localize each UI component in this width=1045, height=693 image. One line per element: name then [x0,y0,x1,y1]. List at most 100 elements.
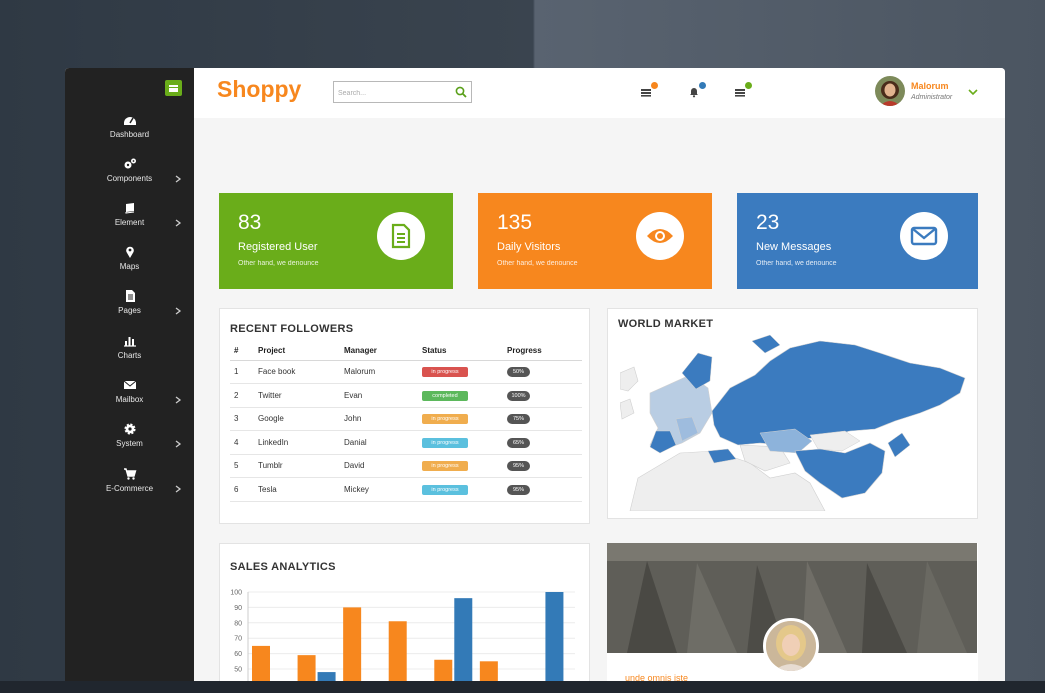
progress-cell: 100% [507,383,582,408]
search-box [333,81,472,104]
table-row[interactable]: 6 Tesla Mickey in progress 95% [230,477,582,502]
row-number: 1 [230,360,258,384]
chevron-right-icon [175,396,182,404]
y-tick-label: 60 [234,651,242,658]
table-row[interactable]: 5 Tumblr David in progress 95% [230,454,582,478]
sidebar-item-mailbox[interactable]: Mailbox [65,378,194,418]
y-tick-label: 50 [234,667,242,674]
table-header-row: # Project Manager Status Progress [230,341,582,361]
stat-title: Registered User [238,241,318,253]
chart-bar[interactable] [252,645,270,681]
avatar[interactable] [875,76,905,106]
column-header: Status [422,341,507,361]
alerts-notification[interactable] [688,82,706,99]
notification-badge [745,82,752,89]
project-cell: Face book [258,360,344,384]
sidebar-item-ecommerce[interactable]: E-Commerce [65,467,194,507]
chart-bar[interactable] [434,659,453,681]
messages-notification[interactable] [640,82,658,99]
gear-icon [123,423,136,435]
gears-icon [124,158,136,169]
stat-subtitle: Other hand, we denounce [756,260,837,267]
profile-avatar[interactable] [763,618,819,674]
sales-analytics-panel: SALES ANALYTICS 100 90 80 70 60 50 [219,543,590,681]
panel-title: SALES ANALYTICS [230,561,336,573]
search-icon[interactable] [455,86,467,98]
sales-bar-chart: 100 90 80 70 60 50 [230,590,575,681]
chart-bar[interactable] [388,621,407,681]
chart-bar[interactable] [454,598,473,681]
stat-card-daily-visitors[interactable]: 135 Daily Visitors Other hand, we denoun… [478,193,712,289]
progress-badge: 65% [507,437,530,448]
status-badge: in progress [422,461,468,472]
stat-value: 23 [756,211,780,234]
table-row[interactable]: 4 LinkedIn Danial in progress 65% [230,430,582,455]
status-cell: in progress [422,477,507,502]
chart-bar[interactable] [545,592,564,681]
sidebar-item-dashboard[interactable]: Dashboard [65,113,194,153]
logo[interactable]: Shoppy [217,76,301,103]
project-cell: Tumblr [258,454,344,478]
stat-icon-circle [900,212,948,260]
envelope-icon [910,226,938,246]
profile-caption: unde omnis iste [625,673,689,681]
stat-card-registered-users[interactable]: 83 Registered User Other hand, we denoun… [219,193,453,289]
table-row[interactable]: 3 Google John in progress 75% [230,407,582,431]
manager-cell: Mickey [344,477,422,502]
app-window: Dashboard Components Element Maps Pages … [65,68,1005,681]
sidebar-item-element[interactable]: Element [65,201,194,241]
sidebar-item-system[interactable]: System [65,422,194,462]
row-number: 6 [230,477,258,502]
chart-bar[interactable] [317,672,336,681]
column-header: Progress [507,341,582,361]
progress-badge: 75% [507,414,530,425]
cart-icon [123,468,136,480]
stat-title: Daily Visitors [497,241,561,253]
eye-icon [647,229,673,243]
status-cell: completed [422,383,507,408]
chart-bar[interactable] [297,655,316,681]
tasks-notification[interactable] [734,82,752,99]
notification-badge [699,82,706,89]
chevron-right-icon [175,307,182,315]
manager-cell: Evan [344,383,422,408]
sidebar-item-maps[interactable]: Maps [65,245,194,285]
progress-cell: 50% [507,360,582,384]
search-input[interactable] [334,83,444,104]
profile-card: unde omnis iste [607,543,978,681]
status-cell: in progress [422,454,507,478]
sidebar-item-components[interactable]: Components [65,157,194,197]
world-map[interactable] [620,333,968,511]
menu-toggle-button[interactable] [165,80,182,96]
map-marker-icon [125,246,134,258]
sidebar-item-label: Dashboard [109,130,150,139]
status-badge: in progress [422,437,468,448]
table-row[interactable]: 1 Face book Malorum in progress 50% [230,360,582,384]
column-header: # [230,341,258,361]
sidebar: Dashboard Components Element Maps Pages … [65,68,194,681]
chart-bar[interactable] [343,607,362,681]
status-badge: in progress [422,367,468,378]
table-row[interactable]: 2 Twitter Evan completed 100% [230,383,582,408]
status-cell: in progress [422,430,507,455]
top-navbar: Shoppy Malorum Administrator [194,68,1005,118]
row-number: 2 [230,383,258,408]
stat-value: 135 [497,211,533,234]
world-market-panel: WORLD MARKET [607,308,978,519]
user-name[interactable]: Malorum [911,81,949,91]
tasks-icon [735,89,745,97]
chevron-right-icon [175,219,182,227]
recent-followers-panel: RECENT FOLLOWERS # Project Manager Statu… [219,308,590,524]
hamburger-icon [169,84,178,92]
stat-card-new-messages[interactable]: 23 New Messages Other hand, we denounce [737,193,978,289]
chart-bar[interactable] [479,661,498,681]
user-role: Administrator [911,94,953,101]
chevron-down-icon[interactable] [968,88,978,96]
status-badge: in progress [422,484,468,495]
sidebar-item-label: Maps [119,262,140,271]
book-icon [125,203,134,214]
sidebar-item-charts[interactable]: Charts [65,334,194,374]
progress-badge: 100% [507,390,530,401]
project-cell: Tesla [258,477,344,502]
sidebar-item-pages[interactable]: Pages [65,289,194,329]
